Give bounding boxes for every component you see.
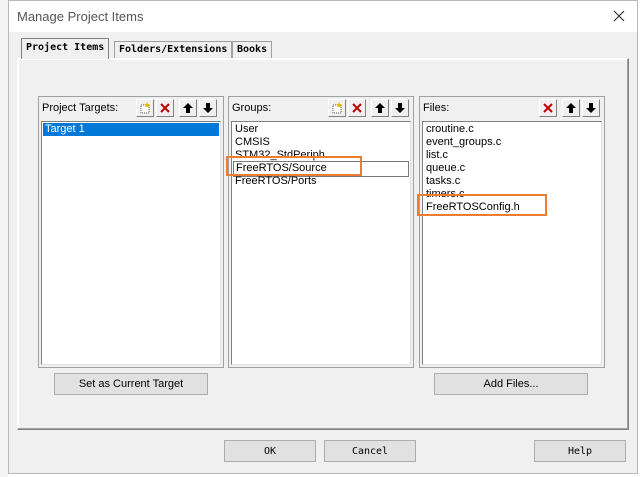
groups-group: Groups: User CMSIS STM32_StdPeriph FreeR… (228, 96, 414, 368)
targets-header: Project Targets: (39, 97, 223, 119)
files-header: Files: (420, 97, 604, 119)
delete-group-button[interactable] (348, 99, 366, 117)
list-item[interactable]: timers.c (424, 188, 600, 201)
delete-target-button[interactable] (156, 99, 174, 117)
tab-project-items[interactable]: Project Items (21, 38, 110, 59)
delete-icon (352, 103, 362, 113)
delete-file-button[interactable] (539, 99, 557, 117)
delete-icon (543, 103, 553, 113)
move-file-down-button[interactable] (582, 99, 600, 117)
arrow-up-icon (375, 103, 385, 113)
move-group-down-button[interactable] (391, 99, 409, 117)
list-item[interactable]: CMSIS (233, 136, 409, 149)
close-icon (613, 10, 625, 22)
dialog-title: Manage Project Items (17, 9, 144, 24)
arrow-down-icon (586, 103, 596, 113)
close-button[interactable] (607, 5, 631, 27)
list-item[interactable]: Target 1 (43, 123, 219, 136)
new-group-button[interactable] (328, 99, 346, 117)
move-file-up-button[interactable] (562, 99, 580, 117)
arrow-up-icon (183, 103, 193, 113)
arrow-down-icon (203, 103, 213, 113)
tab-books[interactable]: Books (232, 41, 273, 58)
groups-header: Groups: (229, 97, 413, 119)
help-button[interactable]: Help (534, 440, 626, 462)
project-targets-group: Project Targets: Target 1 (38, 96, 224, 368)
list-item[interactable]: tasks.c (424, 175, 600, 188)
list-item[interactable]: User (233, 123, 409, 136)
new-item-icon (332, 102, 342, 114)
move-target-up-button[interactable] (179, 99, 197, 117)
list-item[interactable]: FreeRTOSConfig.h (424, 201, 600, 214)
tab-folders-extensions[interactable]: Folders/Extensions (114, 41, 233, 58)
files-label: Files: (423, 102, 450, 114)
targets-list[interactable]: Target 1 (41, 121, 221, 365)
title-bar: Manage Project Items (9, 1, 637, 32)
files-list[interactable]: croutine.c event_groups.c list.c queue.c… (422, 121, 602, 365)
new-item-icon (140, 102, 150, 114)
ok-button[interactable]: OK (224, 440, 316, 462)
list-item[interactable]: croutine.c (424, 123, 600, 136)
groups-label: Groups: (232, 102, 272, 114)
manage-project-items-dialog: Manage Project Items Project Items Folde… (8, 0, 638, 474)
add-files-button[interactable]: Add Files... (434, 373, 588, 395)
files-group: Files: croutine.c event_groups.c list.c (419, 96, 605, 368)
arrow-up-icon (566, 103, 576, 113)
list-item[interactable]: queue.c (424, 162, 600, 175)
background-editor (0, 0, 8, 477)
groups-list[interactable]: User CMSIS STM32_StdPeriph FreeRTOS/Sour… (231, 121, 411, 365)
list-item[interactable]: list.c (424, 149, 600, 162)
set-current-target-button[interactable]: Set as Current Target (54, 373, 208, 395)
move-target-down-button[interactable] (199, 99, 217, 117)
list-item[interactable]: FreeRTOS/Ports (233, 175, 409, 188)
list-item[interactable]: event_groups.c (424, 136, 600, 149)
move-group-up-button[interactable] (371, 99, 389, 117)
new-target-button[interactable] (136, 99, 154, 117)
delete-icon (160, 103, 170, 113)
cancel-button[interactable]: Cancel (324, 440, 416, 462)
targets-label: Project Targets: (42, 102, 119, 114)
arrow-down-icon (395, 103, 405, 113)
